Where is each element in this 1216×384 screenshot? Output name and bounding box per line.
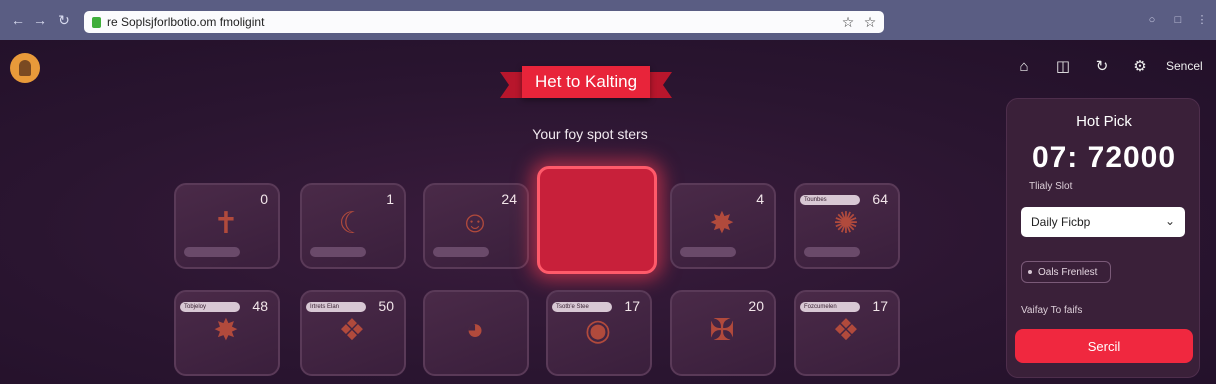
hot-pick-panel: Hot Pick 07: 72000 Tlialy Slot Daily Fic… bbox=[1006, 98, 1200, 378]
title-ribbon: Het to Kalting bbox=[500, 66, 672, 100]
home-icon[interactable]: ⌂ bbox=[1014, 57, 1034, 77]
slot-tile[interactable]: Tsotb'e Stee ◉ 17 bbox=[546, 290, 652, 376]
filter-chip[interactable]: Oals Frenlest bbox=[1021, 261, 1111, 283]
slot-tile[interactable]: ✸ 4 bbox=[670, 183, 776, 269]
logo-icon[interactable] bbox=[10, 53, 40, 83]
back-icon[interactable]: ← bbox=[8, 10, 28, 30]
tile-count: 0 bbox=[260, 191, 268, 207]
reload-icon[interactable]: ↻ bbox=[54, 10, 74, 30]
favorite-star-icon[interactable]: ☆ bbox=[862, 14, 878, 30]
slot-tile[interactable]: Fozcumelen ❖ 17 bbox=[794, 290, 900, 376]
demon-art-icon: ✝ bbox=[213, 206, 239, 240]
tile-count: 64 bbox=[872, 191, 888, 207]
panel-title: Hot Pick bbox=[1076, 113, 1132, 130]
top-link[interactable]: Sencel bbox=[1166, 59, 1203, 73]
forward-icon[interactable]: → bbox=[30, 10, 50, 30]
monster-art-icon: ✸ bbox=[213, 313, 239, 347]
slot-tile[interactable]: Tobjeloy ✸ 48 bbox=[174, 290, 280, 376]
lock-icon bbox=[92, 16, 101, 28]
slot-tile-active[interactable] bbox=[537, 166, 657, 274]
refresh-icon[interactable]: ↻ bbox=[1092, 57, 1112, 77]
address-bar[interactable]: re Soplsjforlbotio.om fmoligint ☆ ☆ bbox=[84, 11, 884, 33]
panel-value: 07: 72000 bbox=[1031, 141, 1177, 174]
slot-tile[interactable]: ✝ 0 bbox=[174, 183, 280, 269]
tile-count: 50 bbox=[378, 298, 394, 314]
slot-tile[interactable]: ☾ 1 bbox=[300, 183, 406, 269]
tile-bar bbox=[433, 247, 489, 257]
eye-art-icon: ◉ bbox=[584, 313, 612, 347]
tile-bar bbox=[804, 247, 860, 257]
panel-sub-label: Tlialy Slot bbox=[1029, 181, 1073, 192]
scroll-art-icon: ❖ bbox=[832, 313, 860, 347]
sun-art-icon: ✸ bbox=[709, 206, 735, 240]
profile-icon[interactable]: ○ bbox=[1144, 12, 1160, 28]
document-icon[interactable]: ◫ bbox=[1053, 57, 1073, 77]
tile-bar bbox=[184, 247, 240, 257]
url-text: re Soplsjforlbotio.om fmoligint bbox=[107, 15, 265, 29]
slot-tile[interactable]: ◕ bbox=[423, 290, 529, 376]
slot-tile[interactable]: Irtrets Elan ❖ 50 bbox=[300, 290, 406, 376]
tile-count: 17 bbox=[872, 298, 888, 314]
menu-icon[interactable]: ⋮ bbox=[1194, 12, 1210, 28]
winged-art-icon: ❖ bbox=[338, 313, 366, 347]
tile-count: 48 bbox=[252, 298, 268, 314]
page-title: Het to Kalting bbox=[522, 66, 650, 98]
page-subtitle: Your foy spot sters bbox=[532, 126, 648, 142]
beast-art-icon: ✺ bbox=[833, 206, 859, 240]
slot-tile[interactable]: Tounbes ✺ 64 bbox=[794, 183, 900, 269]
tile-bar bbox=[680, 247, 736, 257]
extension-icon[interactable]: □ bbox=[1170, 12, 1186, 28]
select-value: Daily Ficbp bbox=[1031, 215, 1091, 229]
moon-arrow-icon: ☾ bbox=[338, 206, 366, 240]
tile-bar bbox=[310, 247, 366, 257]
page-content: ⌂ ◫ ↻ ⚙ Sencel Het to Kalting Your foy s… bbox=[0, 40, 1216, 384]
emblem-art-icon: ◕ bbox=[465, 313, 485, 346]
browser-toolbar: ← → ↻ re Soplsjforlbotio.om fmoligint ☆ … bbox=[0, 0, 1216, 40]
search-button[interactable]: Sercil bbox=[1015, 329, 1193, 363]
slot-tile[interactable]: ☺ 24 bbox=[423, 183, 529, 269]
panel-note: Vaifay To faifs bbox=[1021, 305, 1083, 316]
dot-icon bbox=[1028, 270, 1032, 274]
chevron-down-icon: ⌄ bbox=[1164, 214, 1175, 228]
face-art-icon: ☺ bbox=[459, 206, 491, 239]
tile-count: 17 bbox=[624, 298, 640, 314]
tile-count: 20 bbox=[748, 298, 764, 314]
bookmark-star-icon[interactable]: ☆ bbox=[840, 14, 856, 30]
cross-art-icon: ✠ bbox=[709, 313, 735, 347]
tile-count: 24 bbox=[501, 191, 517, 207]
slot-tile[interactable]: ✠ 20 bbox=[670, 290, 776, 376]
daily-select[interactable]: Daily Ficbp ⌄ bbox=[1021, 207, 1185, 237]
tile-count: 4 bbox=[756, 191, 764, 207]
tile-count: 1 bbox=[386, 191, 394, 207]
settings-icon[interactable]: ⚙ bbox=[1130, 57, 1150, 77]
chip-label: Oals Frenlest bbox=[1038, 266, 1098, 278]
